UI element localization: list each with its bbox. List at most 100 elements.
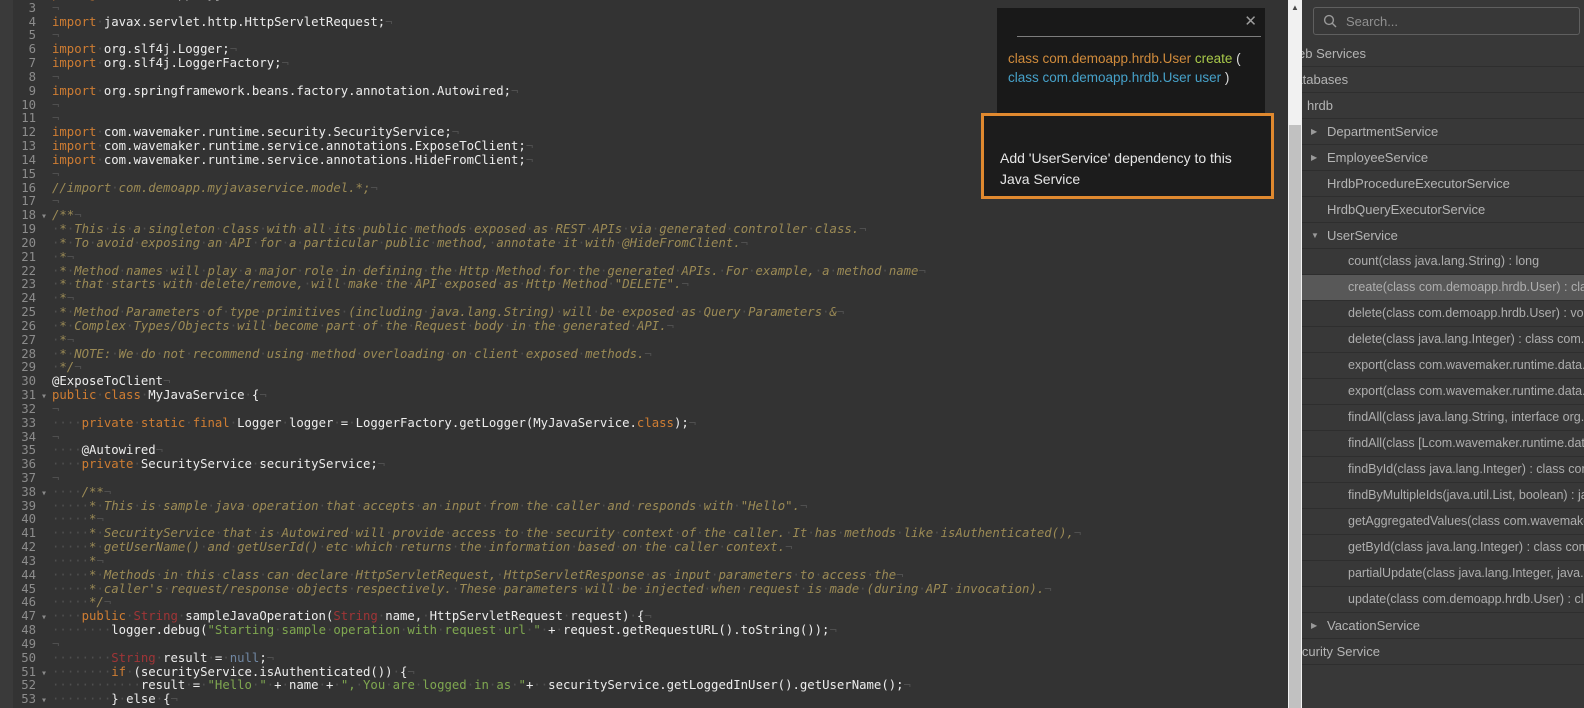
code-line[interactable]: 50········String·result·=·null;¬	[0, 652, 1081, 666]
line-number: 14	[0, 154, 36, 168]
tree-item-count[interactable]: count(class java.lang.String) : long	[1302, 249, 1584, 275]
line-number: 28	[0, 348, 36, 362]
search-box[interactable]	[1313, 7, 1580, 35]
line-number: 29	[0, 361, 36, 375]
code-line[interactable]: 26·*·Complex·Types/Objects·will·become·p…	[0, 320, 1081, 334]
line-number: 37	[0, 472, 36, 486]
tree-item-getaggregatedvalues[interactable]: getAggregatedValues(class com.wavemaker	[1302, 509, 1584, 535]
code-line[interactable]: 18▾/**¬	[0, 209, 1081, 223]
tree-item-export[interactable]: export(class com.wavemaker.runtime.data.…	[1302, 379, 1584, 405]
tree-item-employeeservice[interactable]: ▶EmployeeService	[1302, 145, 1584, 171]
code-line[interactable]: 12import·com.wavemaker.runtime.security.…	[0, 126, 1081, 140]
code-line[interactable]: 23·*·that·starts·with·delete/remove,·wil…	[0, 278, 1081, 292]
code-line[interactable]: 46·····*/¬	[0, 596, 1081, 610]
tree-item-delete[interactable]: delete(class com.demoapp.hrdb.User) : vo…	[1302, 301, 1584, 327]
code-line[interactable]: 49¬	[0, 638, 1081, 652]
editor-scrollbar[interactable]: ▲	[1288, 0, 1302, 708]
code-line[interactable]: 8¬	[0, 71, 1081, 85]
tree-item-create[interactable]: create(class com.demoapp.hrdb.User) : cl…	[1302, 275, 1584, 301]
code-line[interactable]: 15¬	[0, 168, 1081, 182]
chevron-right-icon[interactable]: ▶	[1311, 145, 1317, 170]
code-line[interactable]: 25·*·Method·Parameters·of·type·primitive…	[0, 306, 1081, 320]
code-line[interactable]: 10¬	[0, 99, 1081, 113]
code-line[interactable]: 13import·com.wavemaker.runtime.service.a…	[0, 140, 1081, 154]
fold-arrow-icon[interactable]: ▾	[36, 611, 52, 625]
fold-arrow-icon[interactable]: ▾	[36, 667, 52, 681]
tree-item-findbymultipleids[interactable]: findByMultipleIds(java.util.List, boolea…	[1302, 483, 1584, 509]
code-line[interactable]: 27·*¬	[0, 334, 1081, 348]
code-line[interactable]: 45·····*·caller's·request/response·objec…	[0, 583, 1081, 597]
code-line[interactable]: 35····@Autowired¬	[0, 444, 1081, 458]
tree-item-update[interactable]: update(class com.demoapp.hrdb.User) : cl…	[1302, 587, 1584, 613]
tree-item-getbyid[interactable]: getById(class java.lang.Integer) : class…	[1302, 535, 1584, 561]
code-line[interactable]: 33····private·static·final·Logger·logger…	[0, 417, 1081, 431]
code-line[interactable]: 7import·org.slf4j.LoggerFactory;¬	[0, 57, 1081, 71]
code-line[interactable]: 31▾public·class·MyJavaService·{¬	[0, 389, 1081, 403]
code-line[interactable]: 16//import·com.demoapp.myjavaservice.mod…	[0, 182, 1081, 196]
fold-arrow-icon[interactable]: ▾	[36, 210, 52, 224]
tree-item-departmentservice[interactable]: ▶DepartmentService	[1302, 119, 1584, 145]
code-line[interactable]: 53▾········}·else·{¬	[0, 693, 1081, 707]
code-line[interactable]: 48········logger.debug("Starting·sample·…	[0, 624, 1081, 638]
tree-item-label: VacationService	[1327, 618, 1420, 633]
code-line[interactable]: 29·*/¬	[0, 361, 1081, 375]
code-line[interactable]: 22·*·Method·names·will·play·a·major·role…	[0, 265, 1081, 279]
code-line[interactable]: 32¬	[0, 403, 1081, 417]
code-line[interactable]: 36····private·SecurityService·securitySe…	[0, 458, 1081, 472]
code-line[interactable]: 43·····*¬	[0, 555, 1081, 569]
tree-item-export[interactable]: export(class com.wavemaker.runtime.data.…	[1302, 353, 1584, 379]
tree-item-findall[interactable]: findAll(class [Lcom.wavemaker.runtime.da…	[1302, 431, 1584, 457]
code-line[interactable]: 20·*·To·avoid·exposing·an·API·for·a·part…	[0, 237, 1081, 251]
tree-item-findbyid[interactable]: findById(class java.lang.Integer) : clas…	[1302, 457, 1584, 483]
line-number: 5	[0, 29, 36, 43]
code-line[interactable]: 24·*¬	[0, 292, 1081, 306]
fold-arrow-icon[interactable]: ▾	[36, 390, 52, 404]
close-icon[interactable]: ✕	[1244, 14, 1257, 29]
code-line[interactable]: 40·····*¬	[0, 513, 1081, 527]
tree-item-label: findAll(class [Lcom.wavemaker.runtime.da…	[1348, 436, 1584, 450]
code-line[interactable]: 41·····*·SecurityService·that·is·Autowir…	[0, 527, 1081, 541]
tree-item-databases[interactable]: Databases	[1302, 67, 1584, 93]
tree-item-findall[interactable]: findAll(class java.lang.String, interfac…	[1302, 405, 1584, 431]
code-line[interactable]: 37¬	[0, 472, 1081, 486]
scrollbar-thumb[interactable]	[1289, 125, 1301, 708]
scroll-up-icon[interactable]: ▲	[1288, 1, 1302, 15]
tree-item-hrdbprocedureexecutorservice[interactable]: HrdbProcedureExecutorService	[1302, 171, 1584, 197]
code-line[interactable]: 47▾····public·String·sampleJavaOperation…	[0, 610, 1081, 624]
chevron-right-icon[interactable]: ▶	[1311, 613, 1317, 638]
tree-item-hrdbqueryexecutorservice[interactable]: HrdbQueryExecutorService	[1302, 197, 1584, 223]
code-line[interactable]: 51▾········if·(securityService.isAuthent…	[0, 666, 1081, 680]
code-line[interactable]: 11¬	[0, 112, 1081, 126]
code-line[interactable]: 19·*·This·is·a·singleton·class·with·all·…	[0, 223, 1081, 237]
code-line[interactable]: 9import·org.springframework.beans.factor…	[0, 85, 1081, 99]
code-line[interactable]: 52············result·=·"Hello·"·+·name·+…	[0, 679, 1081, 693]
code-line[interactable]: 17¬	[0, 195, 1081, 209]
code-line[interactable]: 4import·javax.servlet.http.HttpServletRe…	[0, 16, 1081, 30]
code-line[interactable]: 44·····*·Methods·in·this·class·can·decla…	[0, 569, 1081, 583]
fold-arrow-icon[interactable]: ▾	[36, 487, 52, 501]
code-line[interactable]: 39·····*·This·is·sample·java·operation·t…	[0, 500, 1081, 514]
code-line[interactable]: 38▾····/**¬	[0, 486, 1081, 500]
tree-item-vacationservice[interactable]: ▶ VacationService	[1302, 613, 1584, 639]
tree-item-partialupdate[interactable]: partialUpdate(class java.lang.Integer, j…	[1302, 561, 1584, 587]
code-line[interactable]: 28·*·NOTE:·We·do·not·recommend·using·met…	[0, 348, 1081, 362]
code-line[interactable]: 3¬	[0, 2, 1081, 16]
tree-item-web-services[interactable]: Web Services	[1302, 41, 1584, 67]
tree-item-userservice[interactable]: ▼UserService	[1302, 223, 1584, 249]
search-input[interactable]	[1344, 13, 1579, 30]
code-line[interactable]: 30@ExposeToClient¬	[0, 375, 1081, 389]
chevron-right-icon[interactable]: ▶	[1311, 119, 1317, 144]
code-line[interactable]: 42·····*·getUserName()·and·getUserId()·e…	[0, 541, 1081, 555]
tree-item-security-service[interactable]: Security Service	[1302, 639, 1584, 665]
code-line[interactable]: 5¬	[0, 29, 1081, 43]
services-panel: Web ServicesDatabaseshrdb▶DepartmentServ…	[1302, 0, 1584, 708]
tree-item-hrdb[interactable]: hrdb	[1302, 93, 1584, 119]
popup-separator	[1017, 36, 1261, 37]
chevron-down-icon[interactable]: ▼	[1311, 223, 1319, 248]
code-line[interactable]: 34¬	[0, 431, 1081, 445]
fold-arrow-icon[interactable]: ▾	[36, 694, 52, 708]
code-line[interactable]: 6import·org.slf4j.Logger;¬	[0, 43, 1081, 57]
code-line[interactable]: 14import·com.wavemaker.runtime.service.a…	[0, 154, 1081, 168]
tree-item-delete[interactable]: delete(class java.lang.Integer) : class …	[1302, 327, 1584, 353]
code-line[interactable]: 21·*¬	[0, 251, 1081, 265]
